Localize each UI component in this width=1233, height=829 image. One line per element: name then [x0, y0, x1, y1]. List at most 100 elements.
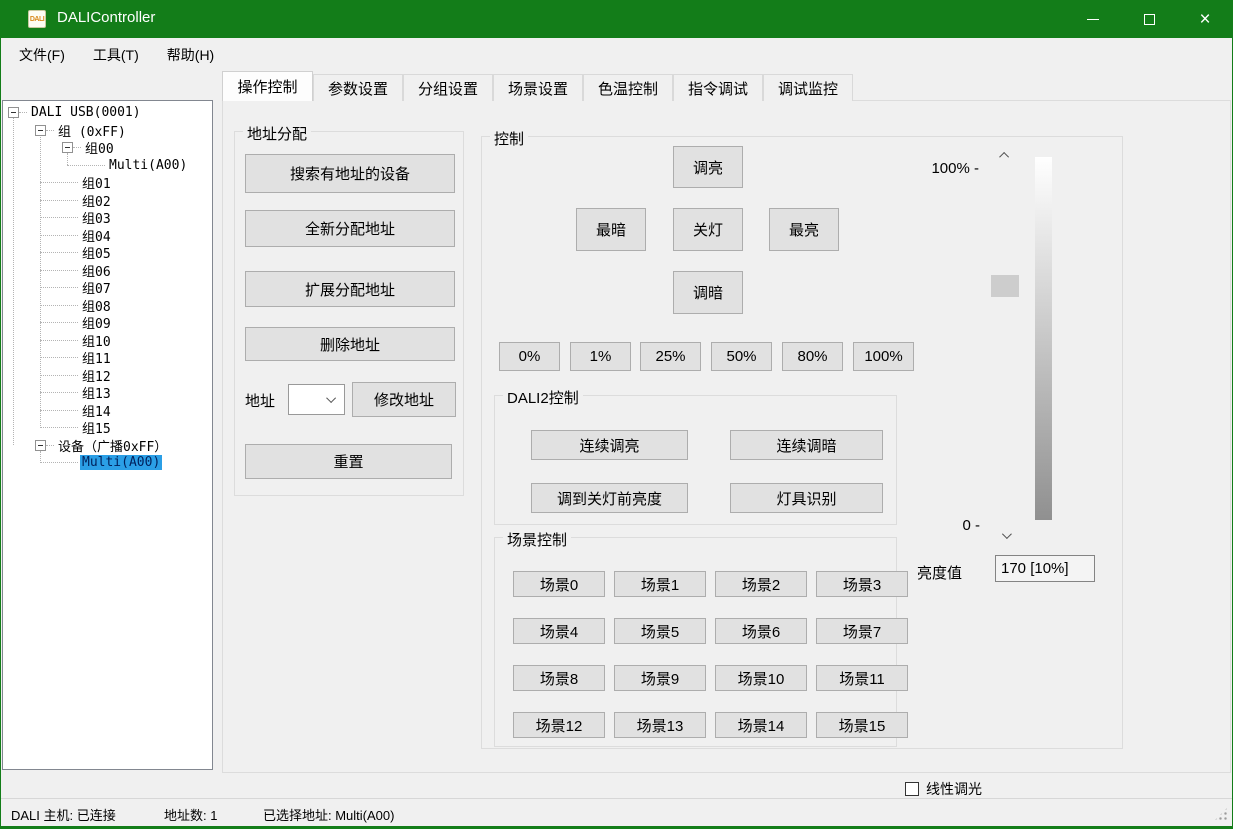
tree-item-group12[interactable]: 组12: [3, 367, 212, 385]
tab-operation-control[interactable]: 操作控制: [222, 71, 313, 101]
scrollbar-thumb[interactable]: [991, 275, 1019, 297]
window-title: DALIController: [57, 9, 155, 26]
tab-color-temp-control[interactable]: 色温控制: [583, 74, 673, 101]
scene-1-button[interactable]: 场景1: [614, 571, 706, 597]
scene-11-button[interactable]: 场景11: [816, 665, 908, 691]
scene-10-button[interactable]: 场景10: [715, 665, 807, 691]
close-icon: ×: [1199, 10, 1210, 29]
scene-8-button[interactable]: 场景8: [513, 665, 605, 691]
tree-item-dali-usb[interactable]: DALI USB(0001): [3, 104, 212, 122]
app-icon: DALI: [28, 10, 46, 28]
tree-item-group03[interactable]: 组03: [3, 209, 212, 227]
linear-dimming-label: 线性调光: [926, 779, 982, 799]
scale-min-label: 0 -: [940, 517, 980, 534]
continuous-brighten-button[interactable]: 连续调亮: [531, 430, 688, 460]
scene-12-button[interactable]: 场景12: [513, 712, 605, 738]
scene-15-button[interactable]: 场景15: [816, 712, 908, 738]
tree-item-group01[interactable]: 组01: [3, 174, 212, 192]
tree-item-multi-a00[interactable]: Multi(A00): [3, 157, 212, 175]
tree-item-group13[interactable]: 组13: [3, 384, 212, 402]
tree-item-group10[interactable]: 组10: [3, 332, 212, 350]
tab-parameter-settings[interactable]: 参数设置: [313, 74, 403, 101]
tab-group-settings[interactable]: 分组设置: [403, 74, 493, 101]
linear-dimming-option: 线性调光: [905, 779, 982, 799]
address-label: 地址: [245, 390, 275, 411]
collapse-icon[interactable]: [35, 125, 46, 136]
collapse-icon[interactable]: [62, 142, 73, 153]
scene-7-button[interactable]: 场景7: [816, 618, 908, 644]
tree-item-group08[interactable]: 组08: [3, 297, 212, 315]
scene-4-button[interactable]: 场景4: [513, 618, 605, 644]
percent-25-button[interactable]: 25%: [640, 342, 701, 371]
search-addressed-devices-button[interactable]: 搜索有地址的设备: [245, 154, 455, 193]
goto-last-level-button[interactable]: 调到关灯前亮度: [531, 483, 688, 513]
scene-14-button[interactable]: 场景14: [715, 712, 807, 738]
menu-help[interactable]: 帮助(H): [167, 45, 214, 65]
group-title: DALI2控制: [503, 387, 583, 408]
delete-address-button[interactable]: 删除地址: [245, 327, 455, 361]
scene-9-button[interactable]: 场景9: [614, 665, 706, 691]
close-button[interactable]: ×: [1177, 0, 1233, 38]
percent-1-button[interactable]: 1%: [570, 342, 631, 371]
address-combobox[interactable]: [288, 384, 345, 415]
percent-80-button[interactable]: 80%: [782, 342, 843, 371]
tree-item-group07[interactable]: 组07: [3, 279, 212, 297]
tree-item-group06[interactable]: 组06: [3, 262, 212, 280]
brightness-scrollbar[interactable]: [991, 147, 1019, 544]
tree-item-group15[interactable]: 组15: [3, 419, 212, 437]
tree-item-group-broadcast[interactable]: 组 (0xFF): [3, 122, 212, 140]
host-status: DALI 主机: 已连接: [11, 805, 116, 824]
tree-item-group05[interactable]: 组05: [3, 244, 212, 262]
brightness-value-box[interactable]: 170 [10%]: [995, 555, 1095, 582]
chevron-up-icon: [999, 152, 1009, 162]
tree-item-group11[interactable]: 组11: [3, 349, 212, 367]
assign-new-address-button[interactable]: 全新分配地址: [245, 210, 455, 247]
menu-tools[interactable]: 工具(T): [93, 45, 139, 65]
tree-item-group04[interactable]: 组04: [3, 227, 212, 245]
extend-assign-address-button[interactable]: 扩展分配地址: [245, 271, 455, 307]
percent-0-button[interactable]: 0%: [499, 342, 560, 371]
darken-button[interactable]: 调暗: [673, 271, 743, 314]
tree-item-group00[interactable]: 组00: [3, 139, 212, 157]
scroll-down-button[interactable]: [991, 527, 1019, 544]
continuous-darken-button[interactable]: 连续调暗: [730, 430, 883, 460]
maximize-button[interactable]: [1121, 0, 1177, 38]
scene-5-button[interactable]: 场景5: [614, 618, 706, 644]
chevron-down-icon: [326, 393, 336, 403]
scroll-up-button[interactable]: [991, 147, 1019, 164]
minimize-icon: [1087, 19, 1099, 20]
percent-100-button[interactable]: 100%: [853, 342, 914, 371]
scene-2-button[interactable]: 场景2: [715, 571, 807, 597]
maximize-icon: [1144, 14, 1155, 25]
tree-item-device-broadcast[interactable]: 设备（广播0xFF）: [3, 437, 212, 455]
group-title: 地址分配: [243, 123, 311, 144]
brighten-button[interactable]: 调亮: [673, 146, 743, 188]
tab-scene-settings[interactable]: 场景设置: [493, 74, 583, 101]
min-brightness-button[interactable]: 最暗: [576, 208, 646, 251]
minimize-button[interactable]: [1065, 0, 1121, 38]
dali2-control-group: DALI2控制 连续调亮 连续调暗 调到关灯前亮度 灯具识别: [494, 395, 897, 525]
tab-command-debug[interactable]: 指令调试: [673, 74, 763, 101]
linear-dimming-checkbox[interactable]: [905, 782, 919, 796]
reset-button[interactable]: 重置: [245, 444, 452, 479]
lamp-off-button[interactable]: 关灯: [673, 208, 743, 251]
scene-0-button[interactable]: 场景0: [513, 571, 605, 597]
max-brightness-button[interactable]: 最亮: [769, 208, 839, 251]
scene-6-button[interactable]: 场景6: [715, 618, 807, 644]
scene-13-button[interactable]: 场景13: [614, 712, 706, 738]
tree-item-group14[interactable]: 组14: [3, 402, 212, 420]
tab-debug-monitor[interactable]: 调试监控: [763, 74, 853, 101]
menubar: 文件(F) 工具(T) 帮助(H): [1, 38, 1232, 71]
menu-file[interactable]: 文件(F): [19, 45, 65, 65]
scene-3-button[interactable]: 场景3: [816, 571, 908, 597]
tree-item-group09[interactable]: 组09: [3, 314, 212, 332]
tree-item-group02[interactable]: 组02: [3, 192, 212, 210]
address-assignment-group: 地址分配 搜索有地址的设备 全新分配地址 扩展分配地址 删除地址 地址 修改地址…: [234, 131, 464, 496]
modify-address-button[interactable]: 修改地址: [352, 382, 456, 417]
collapse-icon[interactable]: [8, 107, 19, 118]
resize-grip-icon[interactable]: [1214, 807, 1228, 821]
percent-50-button[interactable]: 50%: [711, 342, 772, 371]
tree-item-multi-a00-selected[interactable]: Multi(A00): [3, 454, 212, 472]
collapse-icon[interactable]: [35, 440, 46, 451]
lamp-identify-button[interactable]: 灯具识别: [730, 483, 883, 513]
